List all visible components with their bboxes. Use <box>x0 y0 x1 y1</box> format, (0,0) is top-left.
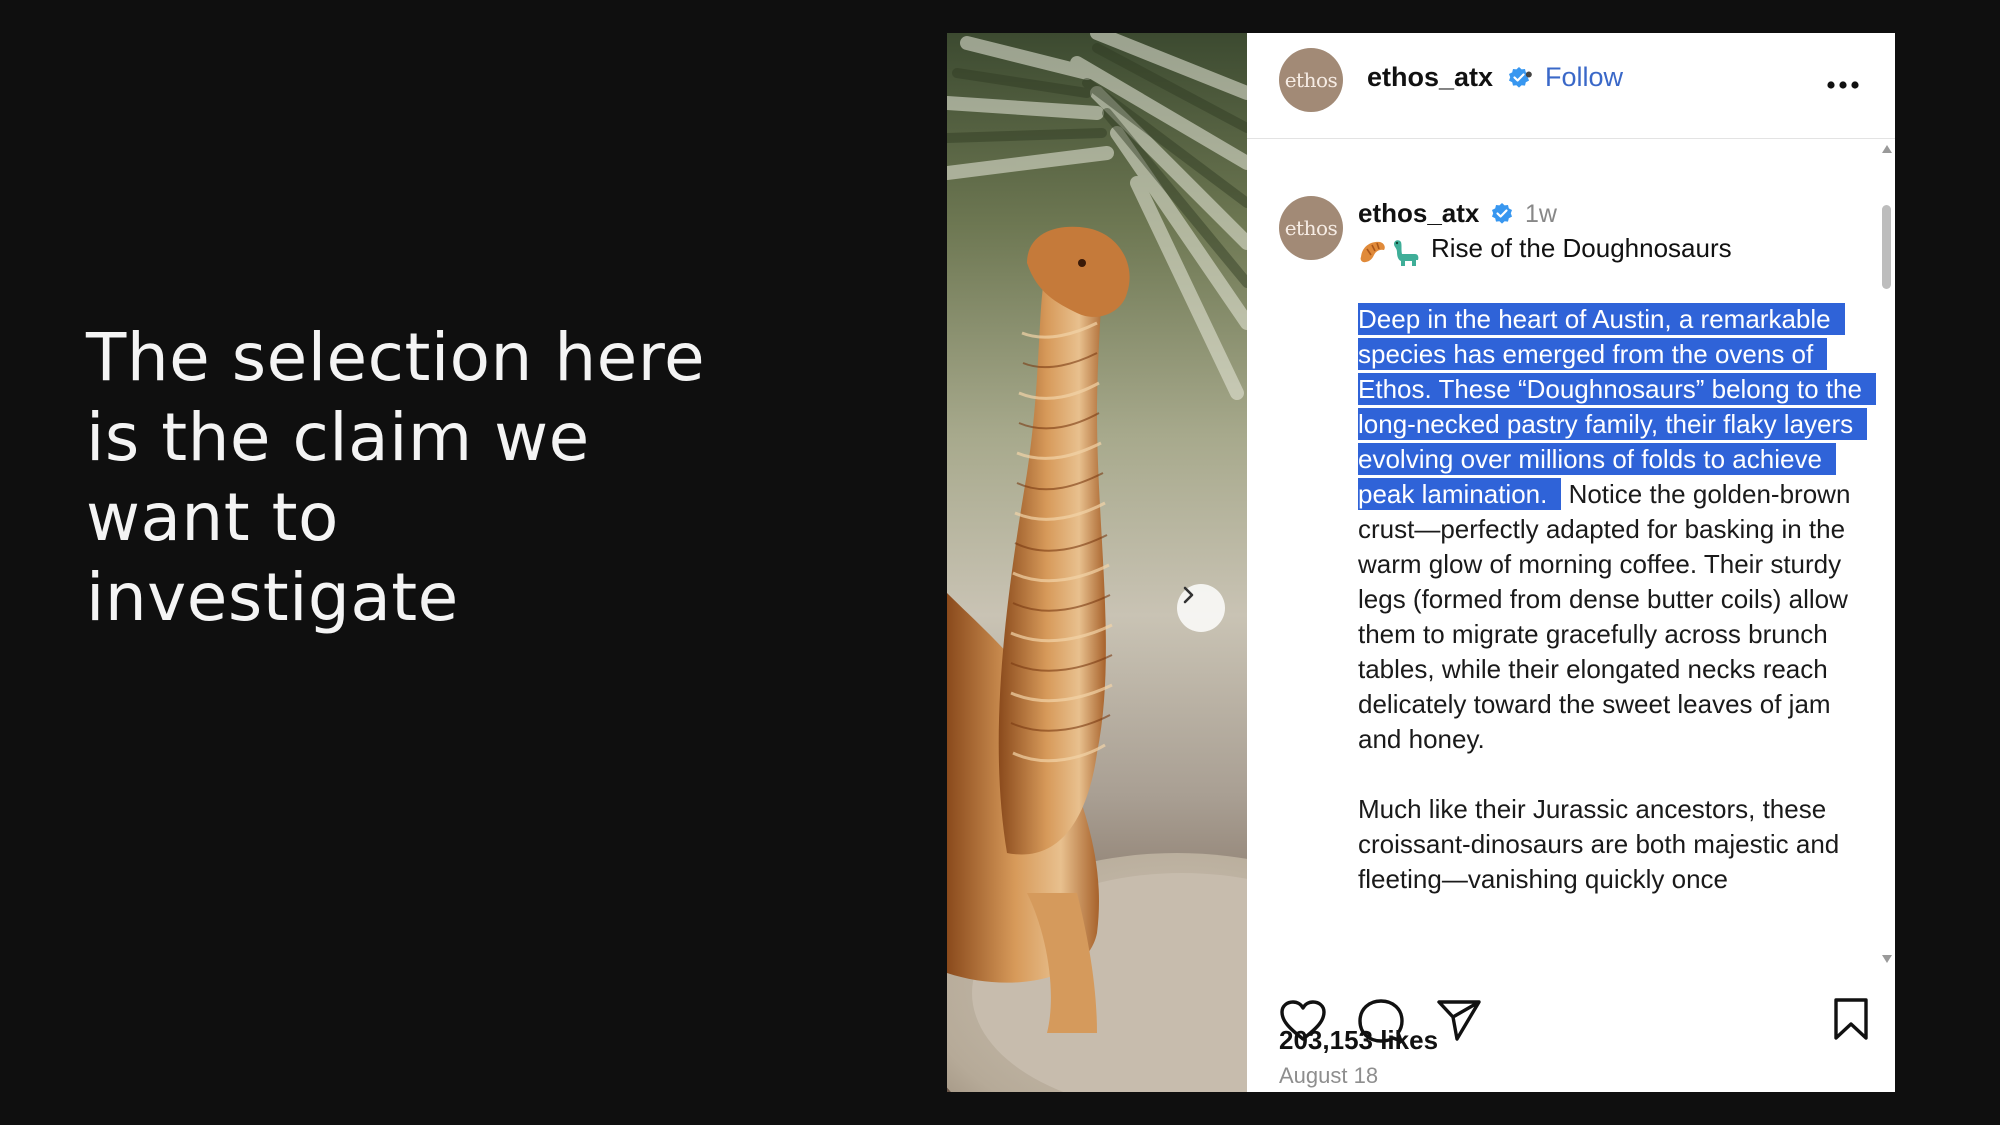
post-date[interactable]: August 18 <box>1279 1063 1378 1089</box>
share-icon[interactable] <box>1435 997 1483 1043</box>
croissant-dinosaur-image <box>947 33 1247 1092</box>
scroll-up-arrow-icon[interactable] <box>1882 145 1892 153</box>
caption-continuation[interactable]: Notice the golden-brown crust—perfectly … <box>1358 479 1850 754</box>
sauropod-emoji-icon <box>1394 240 1419 266</box>
likes-count[interactable]: 203,153 likes <box>1279 1025 1438 1056</box>
follow-button[interactable]: Follow <box>1545 62 1623 93</box>
slide-heading: The selection here is the claim we want … <box>86 319 706 636</box>
croissant-emoji-icon <box>1360 241 1385 263</box>
post-time[interactable]: 1w <box>1525 200 1557 229</box>
avatar[interactable]: ethos <box>1279 48 1343 112</box>
carousel-next-button[interactable] <box>1177 584 1225 632</box>
post-photo <box>947 33 1247 1092</box>
caption-paragraph-1: Deep in the heart of Austin, a remarkabl… <box>1358 302 1876 757</box>
header-username[interactable]: ethos_atx <box>1367 62 1493 93</box>
caption-avatar[interactable]: ethos <box>1279 196 1343 260</box>
post-header: ethos ethos_atx • Follow <box>1247 33 1895 139</box>
caption-paragraph-2[interactable]: Much like their Jurassic ancestors, thes… <box>1358 792 1863 897</box>
caption-scrollbar[interactable] <box>1879 145 1893 963</box>
verified-badge-icon <box>1492 203 1512 224</box>
scroll-thumb[interactable] <box>1882 205 1891 289</box>
caption-username[interactable]: ethos_atx <box>1358 198 1479 229</box>
bookmark-icon[interactable] <box>1831 996 1871 1042</box>
post-title: Rise of the Doughnosaurs <box>1431 233 1732 263</box>
caption-text: Deep in the heart of Austin, a remarkabl… <box>1358 302 1876 932</box>
scroll-down-arrow-icon[interactable] <box>1882 955 1892 963</box>
more-options-icon[interactable] <box>1819 73 1867 97</box>
post-side-panel: ethos ethos_atx • Follow ethos ethos_atx… <box>1247 33 1895 1092</box>
separator-dot: • <box>1525 62 1533 87</box>
chevron-right-icon <box>1183 586 1194 604</box>
instagram-post: ethos ethos_atx • Follow ethos ethos_atx… <box>947 33 1895 1092</box>
caption-area: ethos ethos_atx 1w Rise of the Doughnosa… <box>1247 140 1895 963</box>
